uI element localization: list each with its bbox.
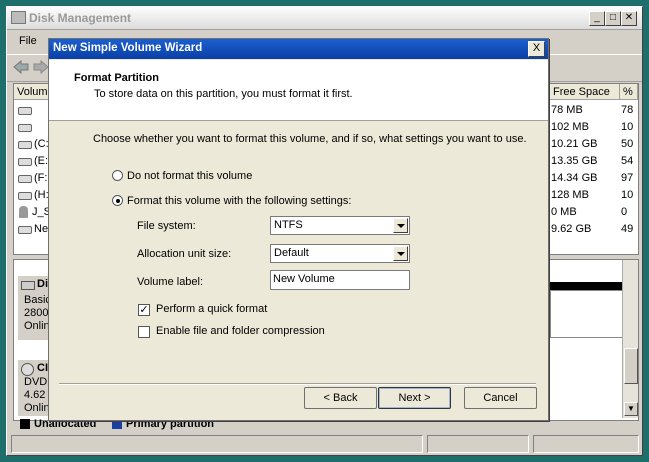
column-header-free-space[interactable]: Free Space (550, 84, 620, 100)
dropdown-arrow-icon[interactable] (393, 218, 408, 233)
volume-name: (H: (34, 189, 49, 201)
dropdown-arrow-icon[interactable] (393, 246, 408, 261)
volume-label-value: New Volume (273, 273, 335, 285)
disk-management-icon (11, 11, 26, 24)
button-separator (59, 383, 536, 385)
column-header-percent[interactable]: % (620, 84, 638, 100)
volume-free: 9.62 GB (551, 223, 592, 235)
wizard-title: New Simple Volume Wizard (53, 42, 203, 54)
legend-swatch-unallocated (20, 419, 30, 429)
volume-percent: 49 (621, 223, 634, 235)
instruction-text: Choose whether you want to format this v… (93, 133, 527, 145)
volume-percent: 10 (621, 121, 634, 133)
title-bar: Disk Management _ □ ✕ (7, 7, 642, 30)
wizard-header: Format Partition To store data on this p… (49, 60, 548, 121)
scrollbar[interactable]: ▼ (622, 260, 638, 418)
allocation-unit-label: Allocation unit size: (137, 248, 232, 260)
volume-percent: 97 (621, 172, 634, 184)
volume-free: 10.21 GB (551, 138, 598, 150)
quick-format-label[interactable]: Perform a quick format (156, 303, 267, 315)
disk-map-bar (550, 282, 632, 290)
back-button[interactable]: < Back (304, 387, 377, 409)
volume-name: (E: (34, 155, 49, 167)
volume-free: 78 MB (551, 104, 583, 116)
volume-free: 13.35 GB (551, 155, 598, 167)
wizard-title-bar: New Simple Volume Wizard X (49, 39, 548, 59)
allocation-unit-select[interactable]: Default (270, 244, 410, 263)
dvd-drive-icon (21, 363, 34, 376)
volume-free: 0 MB (551, 206, 577, 218)
next-button[interactable]: Next > (378, 387, 451, 409)
back-arrow-icon[interactable] (13, 59, 29, 75)
drive-icon (18, 158, 32, 166)
volume-free: 128 MB (551, 189, 589, 201)
volume-percent: 50 (621, 138, 634, 150)
scroll-thumb[interactable] (624, 348, 638, 384)
drive-icon (18, 141, 32, 149)
drive-icon (18, 226, 32, 234)
maximize-button[interactable]: □ (605, 11, 621, 26)
page-subheading: To store data on this partition, you mus… (94, 88, 353, 100)
allocation-unit-value: Default (274, 247, 309, 259)
minimize-button[interactable]: _ (589, 11, 605, 26)
compression-label[interactable]: Enable file and folder compression (156, 325, 325, 337)
forward-arrow-icon[interactable] (33, 59, 49, 75)
volume-percent: 54 (621, 155, 634, 167)
radio-selected-dot (115, 198, 120, 203)
file-system-select[interactable]: NTFS (270, 216, 410, 235)
radio-format-volume[interactable] (112, 195, 123, 206)
new-simple-volume-wizard: New Simple Volume Wizard X Format Partit… (48, 38, 549, 421)
drive-icon (18, 124, 32, 132)
disk-label: Di (37, 278, 48, 290)
user-volume-icon (19, 206, 28, 218)
volume-percent: 0 (621, 206, 628, 218)
drive-icon (18, 192, 32, 200)
close-button[interactable]: ✕ (621, 11, 637, 26)
compression-checkbox[interactable] (138, 326, 150, 338)
page-heading: Format Partition (74, 72, 159, 84)
disk-type: Basic (24, 294, 51, 306)
volume-free: 102 MB (551, 121, 589, 133)
hard-disk-icon (21, 281, 35, 290)
disk-label: CI (37, 362, 48, 374)
volume-name: (C: (34, 138, 49, 150)
close-icon[interactable]: X (528, 41, 545, 57)
cancel-button[interactable]: Cancel (464, 387, 537, 409)
radio-format-volume-label[interactable]: Format this volume with the following se… (127, 195, 351, 207)
radio-do-not-format[interactable] (112, 170, 123, 181)
radio-do-not-format-label[interactable]: Do not format this volume (127, 170, 252, 182)
drive-icon (18, 175, 32, 183)
file-system-label: File system: (137, 220, 196, 232)
status-bar-mid (427, 435, 529, 453)
quick-format-checkbox[interactable]: ✓ (138, 304, 150, 316)
disk-type: DVD (24, 376, 48, 388)
volume-name: (F: (34, 172, 48, 184)
volume-free: 14.34 GB (551, 172, 598, 184)
volume-label-label: Volume label: (137, 276, 204, 288)
status-bar-right (533, 435, 639, 453)
volume-label-input[interactable]: New Volume (270, 270, 410, 290)
volume-percent: 10 (621, 189, 634, 201)
scroll-down-icon[interactable]: ▼ (624, 402, 638, 416)
drive-icon (18, 107, 32, 115)
volume-percent: 78 (621, 104, 634, 116)
window-title: Disk Management (29, 11, 132, 25)
menu-file[interactable]: File (19, 35, 37, 47)
file-system-value: NTFS (274, 219, 303, 231)
status-bar-left (11, 435, 423, 453)
